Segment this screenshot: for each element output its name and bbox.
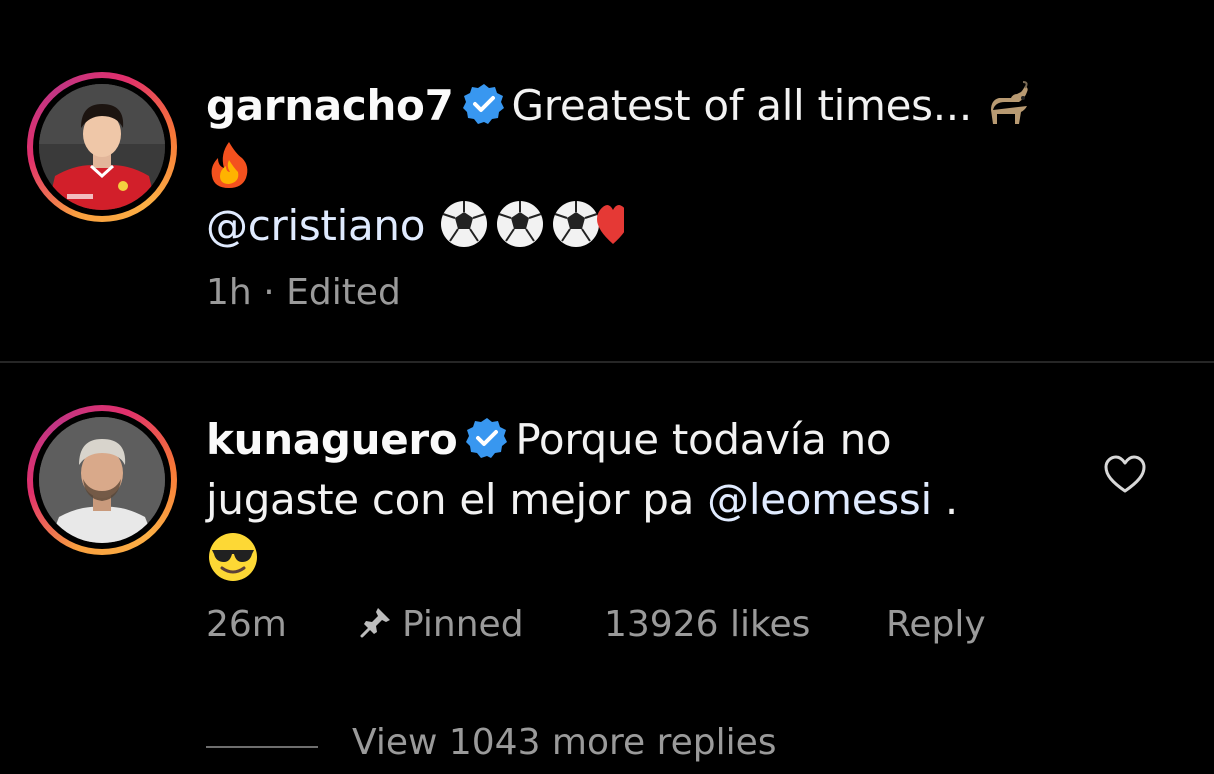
avatar[interactable] <box>39 417 165 543</box>
avatar[interactable] <box>39 84 165 210</box>
avatar-photo-kunaguero <box>39 417 165 543</box>
verified-badge-icon <box>466 418 508 458</box>
replies-divider-line <box>206 746 318 748</box>
username[interactable]: kunaguero <box>206 415 458 464</box>
pinned-label: Pinned <box>402 604 524 645</box>
mention-link[interactable]: @leomessi <box>707 475 932 524</box>
comment-body-end: . <box>944 475 958 524</box>
username[interactable]: garnacho7 <box>206 81 454 130</box>
comment-garnacho7: garnacho7 Greatest of all times... @cris… <box>0 0 1214 362</box>
timestamp: 1h <box>206 272 252 313</box>
avatar-story-ring[interactable] <box>27 405 177 555</box>
likes-count-button[interactable]: 13926 likes <box>604 604 810 645</box>
comment-body-line1: Greatest of all times... <box>511 81 973 130</box>
comment-text: garnacho7 Greatest of all times... @cris… <box>206 76 1106 256</box>
goat-emoji <box>990 81 1028 124</box>
avatar-photo-garnacho <box>39 84 165 210</box>
comment-body-line2: jugaste con el mejor pa <box>206 475 695 524</box>
like-heart-icon[interactable] <box>1102 452 1148 498</box>
reply-button[interactable]: Reply <box>886 604 986 645</box>
meta-separator: · <box>263 272 275 313</box>
pin-icon <box>360 608 390 638</box>
verified-badge-icon <box>462 84 504 124</box>
soccer-ball-emoji <box>497 201 544 247</box>
soccer-ball-emoji <box>553 201 600 247</box>
mention-link[interactable]: @cristiano <box>206 201 425 250</box>
pinned-indicator: Pinned <box>358 604 524 645</box>
avatar-story-ring[interactable] <box>27 72 177 222</box>
comment-divider <box>0 361 1214 363</box>
red-heart-emoji <box>597 205 625 244</box>
soccer-ball-emoji <box>441 201 488 247</box>
sunglasses-emoji <box>209 533 257 581</box>
timestamp: 26m <box>206 604 287 645</box>
fire-emoji <box>211 142 248 188</box>
comment-text: kunaguero Porque todavía no jugaste con … <box>206 410 1086 590</box>
comment-meta: 1h · Edited <box>206 272 401 313</box>
comment-body-line1: Porque todavía no <box>515 415 892 464</box>
edited-label: Edited <box>286 272 401 313</box>
emoji-group <box>441 201 625 247</box>
view-replies-label[interactable]: View 1043 more replies <box>352 722 777 763</box>
